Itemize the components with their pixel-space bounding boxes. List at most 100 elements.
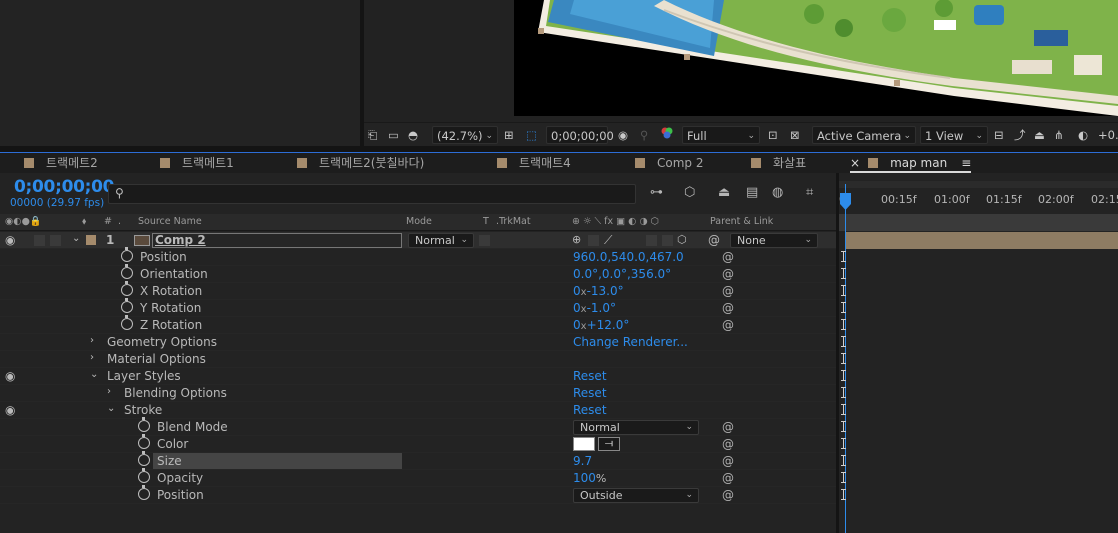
flowchart-icon[interactable]: ⋔ [1054, 126, 1064, 144]
stopwatch-icon[interactable] [138, 485, 150, 500]
orientation-value[interactable]: 0.0°,0.0°,356.0° [573, 267, 671, 281]
motion-blur-icon[interactable]: ◍ [772, 185, 783, 200]
group-row-material-options[interactable]: › Material Options [0, 351, 838, 368]
comp-mini-flowchart-icon[interactable]: ⊶ [650, 185, 663, 200]
av-features-icons[interactable]: ◉◐●🔒 [5, 216, 42, 227]
camera-snapshot-icon[interactable]: ◉ [618, 126, 628, 144]
stopwatch-icon[interactable] [121, 298, 133, 313]
stopwatch-icon[interactable] [121, 315, 133, 330]
graph-editor-icon[interactable]: ⌗ [806, 185, 813, 200]
region-of-interest-icon[interactable]: ⬚ [526, 126, 537, 144]
blend-mode-dropdown[interactable]: Normal ⌄ [408, 233, 474, 248]
exposure-icon[interactable]: ◐ [1078, 126, 1088, 144]
property-row-color[interactable]: Color ⟞ @ [0, 434, 838, 453]
mask-icon[interactable]: ◓ [408, 126, 418, 144]
layer-name-field[interactable]: Comp 2 [152, 233, 402, 248]
current-time-field[interactable]: 0;00;00;00 [546, 126, 614, 144]
stopwatch-icon[interactable] [138, 417, 150, 432]
label-column-icon[interactable]: ⬧ [82, 216, 86, 227]
group-row-stroke[interactable]: ◉ ⌄ Stroke Reset [0, 402, 838, 419]
time-navigator[interactable] [839, 181, 1118, 188]
keyframe-marker[interactable] [841, 472, 848, 483]
property-row-opacity[interactable]: Opacity 100% @ [0, 468, 838, 487]
expression-pickwhip-icon[interactable]: @ [722, 488, 734, 502]
stopwatch-icon[interactable] [138, 434, 150, 449]
mode-column[interactable]: Mode [406, 216, 432, 227]
show-snapshot-icon[interactable]: ⚲ [640, 126, 648, 144]
keyframe-marker[interactable] [841, 251, 848, 262]
keyframe-marker[interactable] [841, 336, 848, 347]
t-column[interactable]: T [483, 216, 489, 227]
tab-trackmatte2[interactable]: 트랙메트2 [24, 154, 98, 173]
eyedropper-icon[interactable]: ⟞ [598, 437, 620, 451]
timeline-graph[interactable]: 0f 00:15f 01:00f 01:15f 02:00f 02:15 [839, 173, 1118, 533]
expression-pickwhip-icon[interactable]: @ [722, 471, 734, 485]
group-row-layer-styles[interactable]: ◉ ⌄ Layer Styles Reset [0, 368, 838, 385]
source-name-column[interactable]: Source Name [138, 216, 202, 227]
keyframe-marker[interactable] [841, 370, 848, 381]
group-row-geometry-options[interactable]: › Geometry Options Change Renderer... [0, 334, 838, 351]
expression-pickwhip-icon[interactable]: @ [722, 420, 734, 434]
tab-trackmatte2-brush-sea[interactable]: 트랙메트2(붓칠바다) [297, 154, 424, 173]
fast-previews-icon[interactable]: ⊡ [768, 126, 778, 144]
color-swatch[interactable] [573, 437, 595, 451]
reset-link[interactable]: Reset [573, 403, 607, 417]
layer-number-column[interactable]: # [104, 216, 112, 227]
tab-trackmatte4[interactable]: 트랙매트4 [497, 154, 571, 173]
stroke-position-dropdown[interactable]: Outside ⌄ [573, 488, 699, 503]
change-renderer-link[interactable]: Change Renderer... [573, 335, 688, 349]
parent-dropdown[interactable]: None ⌄ [730, 233, 818, 248]
collapse-switch[interactable] [588, 235, 599, 246]
keyframe-marker[interactable] [841, 353, 848, 364]
preserve-transparency-box[interactable] [479, 235, 490, 246]
expression-pickwhip-icon[interactable]: @ [722, 250, 734, 264]
tab-map-man[interactable]: × map man ≡ [850, 154, 972, 173]
magnification-dropdown[interactable]: (42.7%) ⌄ [432, 126, 498, 144]
solo-box[interactable] [34, 235, 45, 246]
keyframe-marker[interactable] [841, 285, 848, 296]
composition-canvas[interactable] [514, 0, 1118, 116]
current-time-display[interactable]: 0;00;00;00 [14, 177, 115, 197]
resolution-dropdown[interactable]: Full ⌄ [682, 126, 760, 144]
z-rotation-value[interactable]: 0x+12.0° [573, 318, 629, 332]
lock-box[interactable] [50, 235, 61, 246]
expression-pickwhip-icon[interactable]: @ [722, 301, 734, 315]
adjustment-switch[interactable] [662, 235, 673, 246]
keyframe-marker[interactable] [841, 455, 848, 466]
close-icon[interactable]: × [850, 156, 860, 170]
playhead-handle-icon[interactable] [839, 193, 852, 210]
stopwatch-icon[interactable] [121, 281, 133, 296]
reset-exposure-icon[interactable]: ⤴ [1014, 126, 1026, 144]
keyframe-marker[interactable] [841, 302, 848, 313]
opacity-value[interactable]: 100% [573, 471, 606, 485]
keyframe-marker[interactable] [841, 387, 848, 398]
monitor-icon[interactable]: ▭ [388, 126, 399, 144]
keyframe-marker[interactable] [841, 421, 848, 432]
size-value[interactable]: 9.7 [573, 454, 592, 468]
y-rotation-value[interactable]: 0x-1.0° [573, 301, 616, 315]
keyframe-marker[interactable] [841, 268, 848, 279]
chevron-right-icon[interactable]: › [90, 352, 94, 363]
eye-icon[interactable]: ◉ [5, 369, 15, 383]
exposure-value[interactable]: +0.0 [1098, 126, 1118, 144]
chevron-down-icon[interactable]: ⌄ [72, 233, 80, 244]
transparency-grid-icon[interactable]: ⊠ [790, 126, 800, 144]
work-area-bar[interactable] [839, 214, 1118, 231]
tab-trackmatte1[interactable]: 트랙메트1 [160, 154, 234, 173]
position-value[interactable]: 960.0,540.0,467.0 [573, 250, 684, 264]
shy-layers-icon[interactable]: ⏏ [718, 185, 730, 200]
safe-zones-icon[interactable]: ⊞ [504, 126, 514, 144]
shy-switch-icon[interactable]: ⊕ [572, 233, 581, 246]
search-input[interactable]: ⚲ [108, 184, 636, 204]
switches-icons[interactable]: ⊕ ☼ ⟍ fx ▣ ◐ ◑ ⬡ [572, 216, 659, 227]
expression-pickwhip-icon[interactable]: @ [722, 454, 734, 468]
chevron-right-icon[interactable]: › [90, 335, 94, 346]
stopwatch-icon[interactable] [121, 264, 133, 279]
stopwatch-icon[interactable] [121, 247, 133, 262]
chevron-down-icon[interactable]: ⌄ [90, 369, 98, 380]
always-preview-icon[interactable]: ⎗ [368, 126, 377, 144]
time-ruler[interactable]: 0f 00:15f 01:00f 01:15f 02:00f 02:15 [839, 190, 1118, 213]
color-channels-icon[interactable] [660, 126, 674, 144]
keyframe-marker[interactable] [841, 438, 848, 449]
property-row-stroke-position[interactable]: Position Outside ⌄ @ [0, 485, 838, 504]
